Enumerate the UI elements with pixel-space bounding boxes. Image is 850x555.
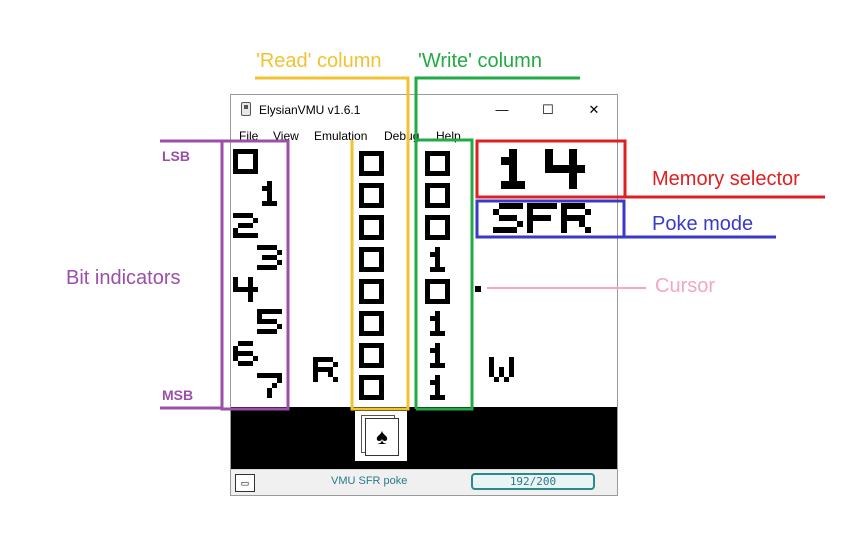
bit-indicators-label: Bit indicators xyxy=(66,267,181,289)
write-column-label: 'Write' column xyxy=(418,50,542,72)
lsb-label: LSB xyxy=(162,148,190,164)
write-column-outline-lower xyxy=(416,138,474,411)
cursor-label: Cursor xyxy=(655,275,716,297)
write-column-outline xyxy=(414,76,580,409)
read-column-outline xyxy=(255,76,410,411)
memory-selector-outline xyxy=(475,139,627,199)
poke-mode-outline xyxy=(475,199,626,239)
bit-indicators-outline xyxy=(220,139,290,411)
poke-mode-label: Poke mode xyxy=(652,213,754,235)
msb-label: MSB xyxy=(162,387,194,403)
read-column-label: 'Read' column xyxy=(256,50,382,72)
memory-selector-label: Memory selector xyxy=(652,168,800,190)
